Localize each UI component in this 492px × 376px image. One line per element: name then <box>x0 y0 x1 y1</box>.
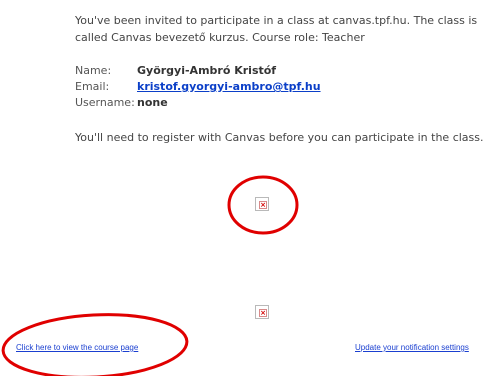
annotation-circle-image <box>227 175 299 235</box>
annotation-circle-course-link <box>1 313 189 376</box>
annotation-overlay <box>1 175 299 376</box>
